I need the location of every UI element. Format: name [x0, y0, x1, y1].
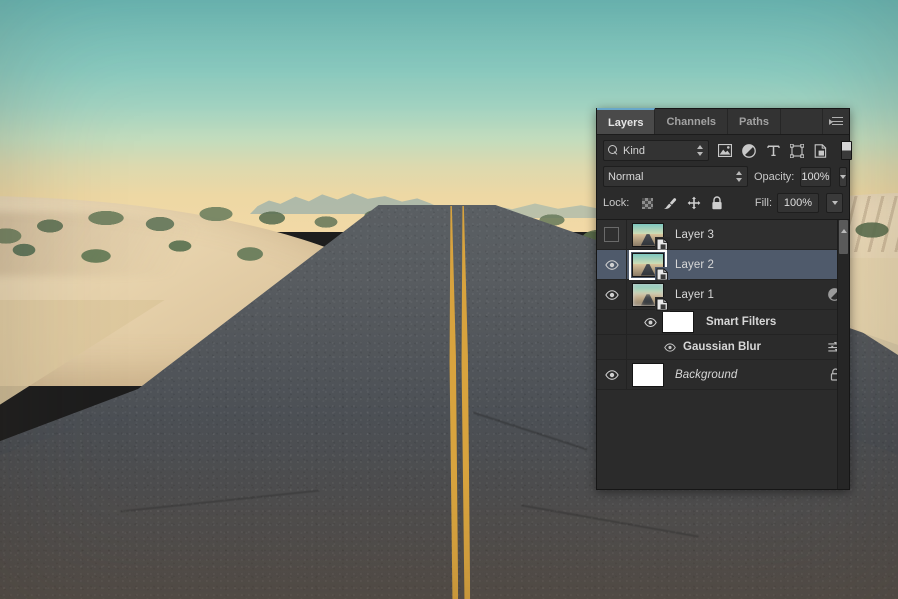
- eye-icon: [605, 290, 619, 300]
- fill-group: Fill: 100%: [755, 193, 843, 213]
- smart-object-badge-icon: [655, 297, 670, 312]
- row-indent-spacer: [597, 335, 627, 359]
- layer-name: Layer 1: [675, 289, 714, 301]
- panel-menu-button[interactable]: [823, 109, 849, 134]
- eye-icon: [644, 318, 657, 327]
- layer-thumbnail: [632, 363, 664, 387]
- filter-kind-dropdown[interactable]: Kind: [603, 140, 709, 161]
- lock-buttons: [642, 196, 723, 210]
- tab-paths-label: Paths: [739, 116, 769, 128]
- fill-label: Fill:: [755, 197, 772, 209]
- lock-label: Lock:: [603, 197, 629, 209]
- tab-layers[interactable]: Layers: [597, 108, 655, 134]
- layer-name: Layer 3: [675, 229, 714, 241]
- panel-tab-bar: Layers Channels Paths: [597, 109, 849, 135]
- filter-kind-label: Kind: [623, 145, 645, 157]
- filter-type-buttons: [717, 141, 852, 160]
- layers-list: Layer 3: [597, 219, 849, 489]
- layer-name: Layer 2: [675, 259, 714, 271]
- scrollbar-thumb[interactable]: [839, 220, 848, 254]
- adjustment-layer-filter-icon[interactable]: [741, 143, 757, 159]
- smart-filters-group-row[interactable]: Smart Filters: [597, 310, 849, 335]
- table-row[interactable]: Layer 3: [597, 220, 849, 250]
- blend-mode-value: Normal: [608, 171, 643, 183]
- table-row[interactable]: Layer 2: [597, 250, 849, 280]
- layer-filter-row: Kind: [597, 135, 849, 161]
- eye-off-icon: [604, 227, 619, 242]
- layers-scrollbar[interactable]: [837, 220, 849, 489]
- tab-channels-label: Channels: [666, 116, 716, 128]
- tab-channels[interactable]: Channels: [655, 109, 728, 134]
- table-row[interactable]: Background: [597, 360, 849, 390]
- gaussian-blur-visibility-toggle[interactable]: [663, 343, 677, 352]
- panel-menu-icon: [829, 117, 843, 127]
- opacity-label: Opacity:: [754, 171, 794, 183]
- shape-layer-filter-icon[interactable]: [789, 143, 805, 159]
- layer-visibility-toggle-layer-1[interactable]: [597, 280, 627, 309]
- pixel-layer-filter-icon[interactable]: [717, 143, 733, 159]
- smart-filters-visibility-toggle[interactable]: [643, 318, 657, 327]
- smart-object-filter-icon[interactable]: [813, 143, 829, 159]
- search-icon: [608, 145, 619, 156]
- smart-filters-label: Smart Filters: [706, 316, 776, 328]
- type-layer-filter-icon[interactable]: [765, 143, 781, 159]
- layer-thumbnail-wrap[interactable]: [631, 252, 665, 278]
- layer-thumbnail-wrap[interactable]: [631, 282, 665, 308]
- tab-layers-label: Layers: [608, 117, 643, 129]
- filter-enable-toggle[interactable]: [841, 141, 852, 160]
- screenshot-canvas: Layers Channels Paths Kind: [0, 0, 898, 599]
- lock-image-pixels-icon[interactable]: [663, 197, 677, 210]
- layer-visibility-toggle-background[interactable]: [597, 360, 627, 389]
- fill-input[interactable]: 100%: [777, 193, 819, 213]
- tab-bar-filler: [781, 109, 823, 134]
- lock-row: Lock:: [597, 187, 849, 219]
- smart-filter-mask-thumbnail[interactable]: [662, 311, 694, 333]
- gaussian-blur-label: Gaussian Blur: [683, 341, 761, 353]
- lock-transparent-pixels-icon[interactable]: [642, 198, 653, 209]
- blend-mode-dropdown[interactable]: Normal: [603, 166, 748, 187]
- chevron-updown-icon: [735, 170, 743, 183]
- lock-position-icon[interactable]: [687, 196, 701, 210]
- layers-panel: Layers Channels Paths Kind: [596, 108, 850, 490]
- layer-name: Background: [675, 369, 737, 381]
- layer-visibility-toggle-layer-2[interactable]: [597, 250, 627, 279]
- blend-mode-row: Normal Opacity: 100%: [597, 161, 849, 187]
- row-indent-spacer: [597, 310, 627, 334]
- opacity-input[interactable]: 100%: [800, 167, 830, 187]
- fill-dropdown-arrow[interactable]: [826, 193, 843, 213]
- layer-visibility-toggle-layer-3[interactable]: [597, 220, 627, 249]
- eye-icon: [664, 343, 676, 352]
- tab-paths[interactable]: Paths: [728, 109, 781, 134]
- chevron-updown-icon: [696, 144, 704, 157]
- table-row[interactable]: Layer 1: [597, 280, 849, 310]
- lock-all-icon[interactable]: [711, 196, 723, 210]
- eye-icon: [605, 260, 619, 270]
- opacity-dropdown-arrow[interactable]: [839, 167, 847, 187]
- desert-scrub-left-lower: [0, 220, 300, 274]
- eye-icon: [605, 370, 619, 380]
- layer-thumbnail-wrap[interactable]: [631, 362, 665, 388]
- smart-filter-row[interactable]: Gaussian Blur: [597, 335, 849, 360]
- layer-thumbnail-wrap[interactable]: [631, 222, 665, 248]
- scroll-up-arrow-icon[interactable]: [841, 229, 847, 233]
